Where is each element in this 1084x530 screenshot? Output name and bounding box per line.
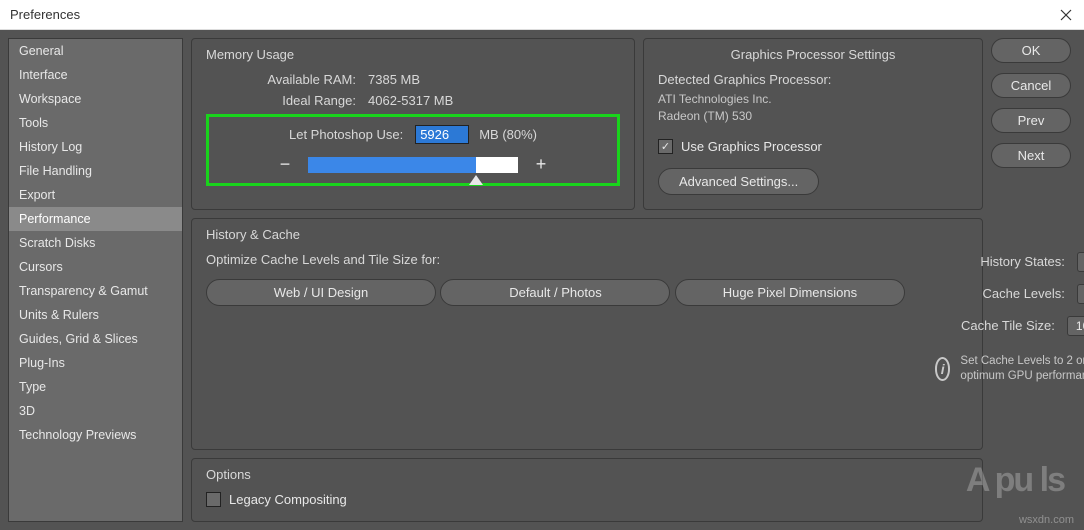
gpu-vendor: ATI Technologies Inc. (658, 91, 968, 108)
advanced-settings-button[interactable]: Advanced Settings... (658, 168, 819, 195)
memory-title: Memory Usage (206, 47, 620, 62)
huge-pixel-button[interactable]: Huge Pixel Dimensions (675, 279, 905, 306)
sidebar-item-tools[interactable]: Tools (9, 111, 182, 135)
memory-usage-group: Memory Usage Available RAM: 7385 MB Idea… (191, 38, 635, 210)
hc-right-column: History States: 50 Cache Levels: 4 Cache… (935, 252, 1084, 384)
logo-watermark: A pu ls (966, 461, 1064, 500)
options-title: Options (206, 467, 968, 482)
options-group: Options Legacy Compositing (191, 458, 983, 522)
sidebar: GeneralInterfaceWorkspaceToolsHistory Lo… (8, 38, 183, 522)
web-ui-design-button[interactable]: Web / UI Design (206, 279, 436, 306)
sidebar-item-cursors[interactable]: Cursors (9, 255, 182, 279)
ok-button[interactable]: OK (991, 38, 1071, 63)
gpu-settings-group: Graphics Processor Settings Detected Gra… (643, 38, 983, 210)
gpu-title: Graphics Processor Settings (658, 47, 968, 62)
hc-left-column: Optimize Cache Levels and Tile Size for:… (206, 252, 905, 384)
prev-button[interactable]: Prev (991, 108, 1071, 133)
detected-gpu-label: Detected Graphics Processor: (658, 72, 968, 87)
sidebar-item-technology-previews[interactable]: Technology Previews (9, 423, 182, 447)
use-gpu-label: Use Graphics Processor (681, 139, 822, 154)
close-button[interactable] (1058, 7, 1074, 23)
close-icon (1060, 9, 1072, 21)
sidebar-item-transparency-gamut[interactable]: Transparency & Gamut (9, 279, 182, 303)
ideal-range-label: Ideal Range: (206, 93, 356, 108)
slider-fill (308, 157, 476, 173)
sidebar-item-workspace[interactable]: Workspace (9, 87, 182, 111)
plus-icon[interactable]: + (532, 154, 550, 175)
top-row: Memory Usage Available RAM: 7385 MB Idea… (191, 38, 983, 210)
minus-icon[interactable]: − (276, 154, 294, 175)
history-states-label: History States: (945, 254, 1065, 269)
history-cache-group: History & Cache Optimize Cache Levels an… (191, 218, 983, 450)
titlebar: Preferences (0, 0, 1084, 30)
sidebar-item-history-log[interactable]: History Log (9, 135, 182, 159)
sidebar-item-units-rulers[interactable]: Units & Rulers (9, 303, 182, 327)
sidebar-item-performance[interactable]: Performance (9, 207, 182, 231)
available-ram-label: Available RAM: (206, 72, 356, 87)
ideal-range-value: 4062-5317 MB (368, 93, 453, 108)
sidebar-item-3d[interactable]: 3D (9, 399, 182, 423)
sidebar-item-general[interactable]: General (9, 39, 182, 63)
sidebar-item-export[interactable]: Export (9, 183, 182, 207)
sidebar-item-guides-grid-slices[interactable]: Guides, Grid & Slices (9, 327, 182, 351)
window-title: Preferences (10, 7, 80, 22)
gpu-model: Radeon (TM) 530 (658, 108, 968, 125)
sidebar-item-plug-ins[interactable]: Plug-Ins (9, 351, 182, 375)
legacy-compositing-checkbox[interactable] (206, 492, 221, 507)
sidebar-item-scratch-disks[interactable]: Scratch Disks (9, 231, 182, 255)
optimize-label: Optimize Cache Levels and Tile Size for: (206, 252, 905, 267)
use-gpu-checkbox[interactable] (658, 139, 673, 154)
cache-levels-label: Cache Levels: (945, 286, 1065, 301)
legacy-compositing-label: Legacy Compositing (229, 492, 347, 507)
history-cache-title: History & Cache (206, 227, 968, 242)
sidebar-item-interface[interactable]: Interface (9, 63, 182, 87)
slider-thumb[interactable] (469, 175, 483, 185)
memory-input[interactable] (415, 125, 469, 144)
history-states-select[interactable]: 50 (1077, 252, 1084, 272)
cache-tile-size-label: Cache Tile Size: (935, 318, 1055, 333)
panels-column: Memory Usage Available RAM: 7385 MB Idea… (191, 38, 983, 522)
main-container: GeneralInterfaceWorkspaceToolsHistory Lo… (0, 30, 1084, 530)
cache-levels-select[interactable]: 4 (1077, 284, 1084, 304)
memory-highlight-box: Let Photoshop Use: MB (80%) − + (206, 114, 620, 186)
memory-unit-label: MB (80%) (479, 127, 537, 142)
info-icon: i (935, 357, 951, 381)
info-text: Set Cache Levels to 2 or higher for opti… (960, 354, 1084, 384)
cache-tile-size-select[interactable]: 1024K (1067, 316, 1084, 336)
default-photos-button[interactable]: Default / Photos (440, 279, 670, 306)
sidebar-item-type[interactable]: Type (9, 375, 182, 399)
let-photoshop-use-label: Let Photoshop Use: (289, 127, 403, 142)
content-area: Memory Usage Available RAM: 7385 MB Idea… (183, 30, 1084, 530)
next-button[interactable]: Next (991, 143, 1071, 168)
memory-slider[interactable] (308, 157, 518, 173)
watermark-text: wsxdn.com (1019, 514, 1074, 526)
sidebar-item-file-handling[interactable]: File Handling (9, 159, 182, 183)
cancel-button[interactable]: Cancel (991, 73, 1071, 98)
available-ram-value: 7385 MB (368, 72, 420, 87)
